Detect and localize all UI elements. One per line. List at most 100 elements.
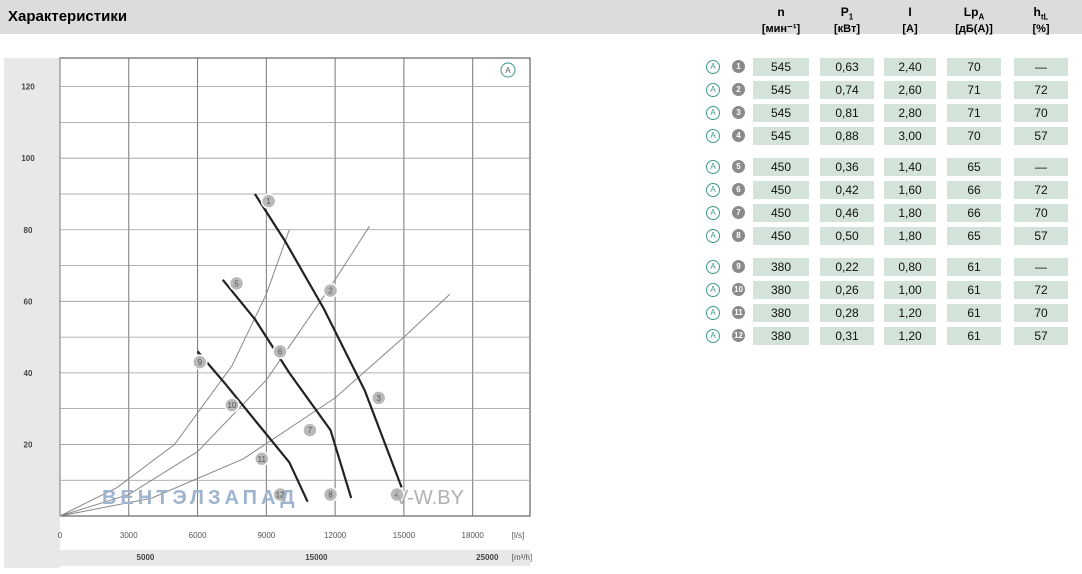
cell-lpa: 70: [947, 127, 1001, 145]
cell-h: 57: [1014, 327, 1068, 345]
cell-i: 1,00: [884, 281, 936, 299]
mark-a-icon: A: [706, 206, 720, 220]
column-header-5: htL [%]: [1014, 6, 1068, 36]
column-name: h: [1033, 5, 1041, 19]
cell-h: 70: [1014, 204, 1068, 222]
column-unit: [мин⁻¹]: [761, 23, 801, 36]
cell-i: 3,00: [884, 127, 936, 145]
point-number-badge: 10: [732, 283, 745, 296]
x-bottom-tick-label: 5000: [137, 553, 155, 562]
cell-h: 57: [1014, 127, 1068, 145]
operating-point-label: 7: [308, 426, 313, 435]
mark-a-icon: A: [706, 229, 720, 243]
operating-point-label: 3: [376, 394, 381, 403]
cell-i: 1,80: [884, 227, 936, 245]
cell-n: 450: [753, 158, 809, 176]
column-unit: [%]: [1032, 23, 1050, 36]
y-tick-label: 120: [21, 83, 35, 92]
operating-point-label: 11: [258, 455, 267, 464]
table-row: A 7 450 0,46 1,80 66 70: [706, 204, 1076, 222]
operating-point-label: 10: [227, 401, 236, 410]
column-header-3: I [A]: [884, 6, 936, 36]
cell-p1: 0,36: [820, 158, 874, 176]
table-row: A 9 380 0,22 0,80 61 —: [706, 258, 1076, 276]
point-number-badge: 6: [732, 183, 745, 196]
x-tick-label: 18000: [462, 531, 485, 540]
x-unit-bottom-label: [m³/h]: [512, 553, 532, 562]
cell-p1: 0,26: [820, 281, 874, 299]
x-tick-label: 9000: [257, 531, 275, 540]
mark-a-icon: A: [706, 60, 720, 74]
cell-h: 57: [1014, 227, 1068, 245]
column-subscript: tL: [1040, 12, 1049, 22]
table-row: A 4 545 0,88 3,00 70 57: [706, 127, 1076, 145]
cell-i: 1,20: [884, 327, 936, 345]
cell-p1: 0,28: [820, 304, 874, 322]
cell-lpa: 71: [947, 104, 1001, 122]
cell-p1: 0,46: [820, 204, 874, 222]
mark-a-icon: A: [706, 283, 720, 297]
cell-h: 72: [1014, 181, 1068, 199]
x-tick-label: 15000: [393, 531, 416, 540]
column-name: n: [777, 5, 785, 19]
column-name: P: [840, 5, 849, 19]
y-tick-label: 80: [24, 226, 33, 235]
table-row: A 11 380 0,28 1,20 61 70: [706, 304, 1076, 322]
cell-n: 450: [753, 204, 809, 222]
table-row: A 10 380 0,26 1,00 61 72: [706, 281, 1076, 299]
mark-a-icon: A: [706, 129, 720, 143]
operating-point-label: 1: [266, 197, 271, 206]
x-unit-top-label: [l/s]: [512, 531, 524, 540]
x-bottom-tick-label: 25000: [476, 553, 499, 562]
left-axis-band: [4, 58, 60, 568]
plot-area: [59, 57, 531, 517]
cell-p1: 0,74: [820, 81, 874, 99]
cell-i: 1,80: [884, 204, 936, 222]
column-unit: [кВт]: [833, 23, 861, 36]
table-row: A 12 380 0,31 1,20 61 57: [706, 327, 1076, 345]
cell-lpa: 66: [947, 204, 1001, 222]
point-number-badge: 2: [732, 83, 745, 96]
cell-h: 72: [1014, 81, 1068, 99]
y-tick-label: 60: [24, 297, 33, 306]
x-tick-label: 6000: [189, 531, 207, 540]
column-header-2: P1 [кВт]: [820, 6, 874, 36]
chart-marker-a: A: [505, 66, 511, 75]
table-row: A 6 450 0,42 1,60 66 72: [706, 181, 1076, 199]
cell-i: 2,80: [884, 104, 936, 122]
mark-a-icon: A: [706, 160, 720, 174]
column-subscript: 1: [848, 12, 854, 22]
cell-h: 70: [1014, 304, 1068, 322]
point-number-badge: 7: [732, 206, 745, 219]
mark-a-icon: A: [706, 329, 720, 343]
cell-i: 1,40: [884, 158, 936, 176]
cell-n: 450: [753, 181, 809, 199]
column-header-4: LpA [дБ(A)]: [947, 6, 1001, 36]
cell-n: 380: [753, 281, 809, 299]
page: Характеристики n [мин⁻¹] P1 [кВт] I [A] LpA [дБ…: [0, 0, 1082, 574]
column-name: Lp: [963, 5, 979, 19]
cell-p1: 0,81: [820, 104, 874, 122]
table-row: A 1 545 0,63 2,40 70 —: [706, 58, 1076, 76]
page-title: Характеристики: [8, 8, 128, 25]
table-row: A 5 450 0,36 1,40 65 —: [706, 158, 1076, 176]
point-number-badge: 9: [732, 260, 745, 273]
x-tick-label: 12000: [324, 531, 347, 540]
operating-point-label: 2: [328, 287, 333, 296]
point-number-badge: 5: [732, 160, 745, 173]
column-name: I: [908, 5, 912, 19]
cell-i: 2,40: [884, 58, 936, 76]
operating-point-label: 5: [234, 279, 239, 288]
point-number-badge: 3: [732, 106, 745, 119]
operating-point-label: 8: [328, 491, 333, 500]
cell-p1: 0,50: [820, 227, 874, 245]
cell-p1: 0,42: [820, 181, 874, 199]
cell-lpa: 61: [947, 281, 1001, 299]
cell-p1: 0,63: [820, 58, 874, 76]
cell-n: 380: [753, 304, 809, 322]
cell-lpa: 61: [947, 258, 1001, 276]
bottom-axis-band: [4, 550, 530, 566]
cell-n: 380: [753, 327, 809, 345]
mark-a-icon: A: [706, 83, 720, 97]
watermark-text: ВЕНТЭЛЗАПАД: [102, 487, 298, 509]
